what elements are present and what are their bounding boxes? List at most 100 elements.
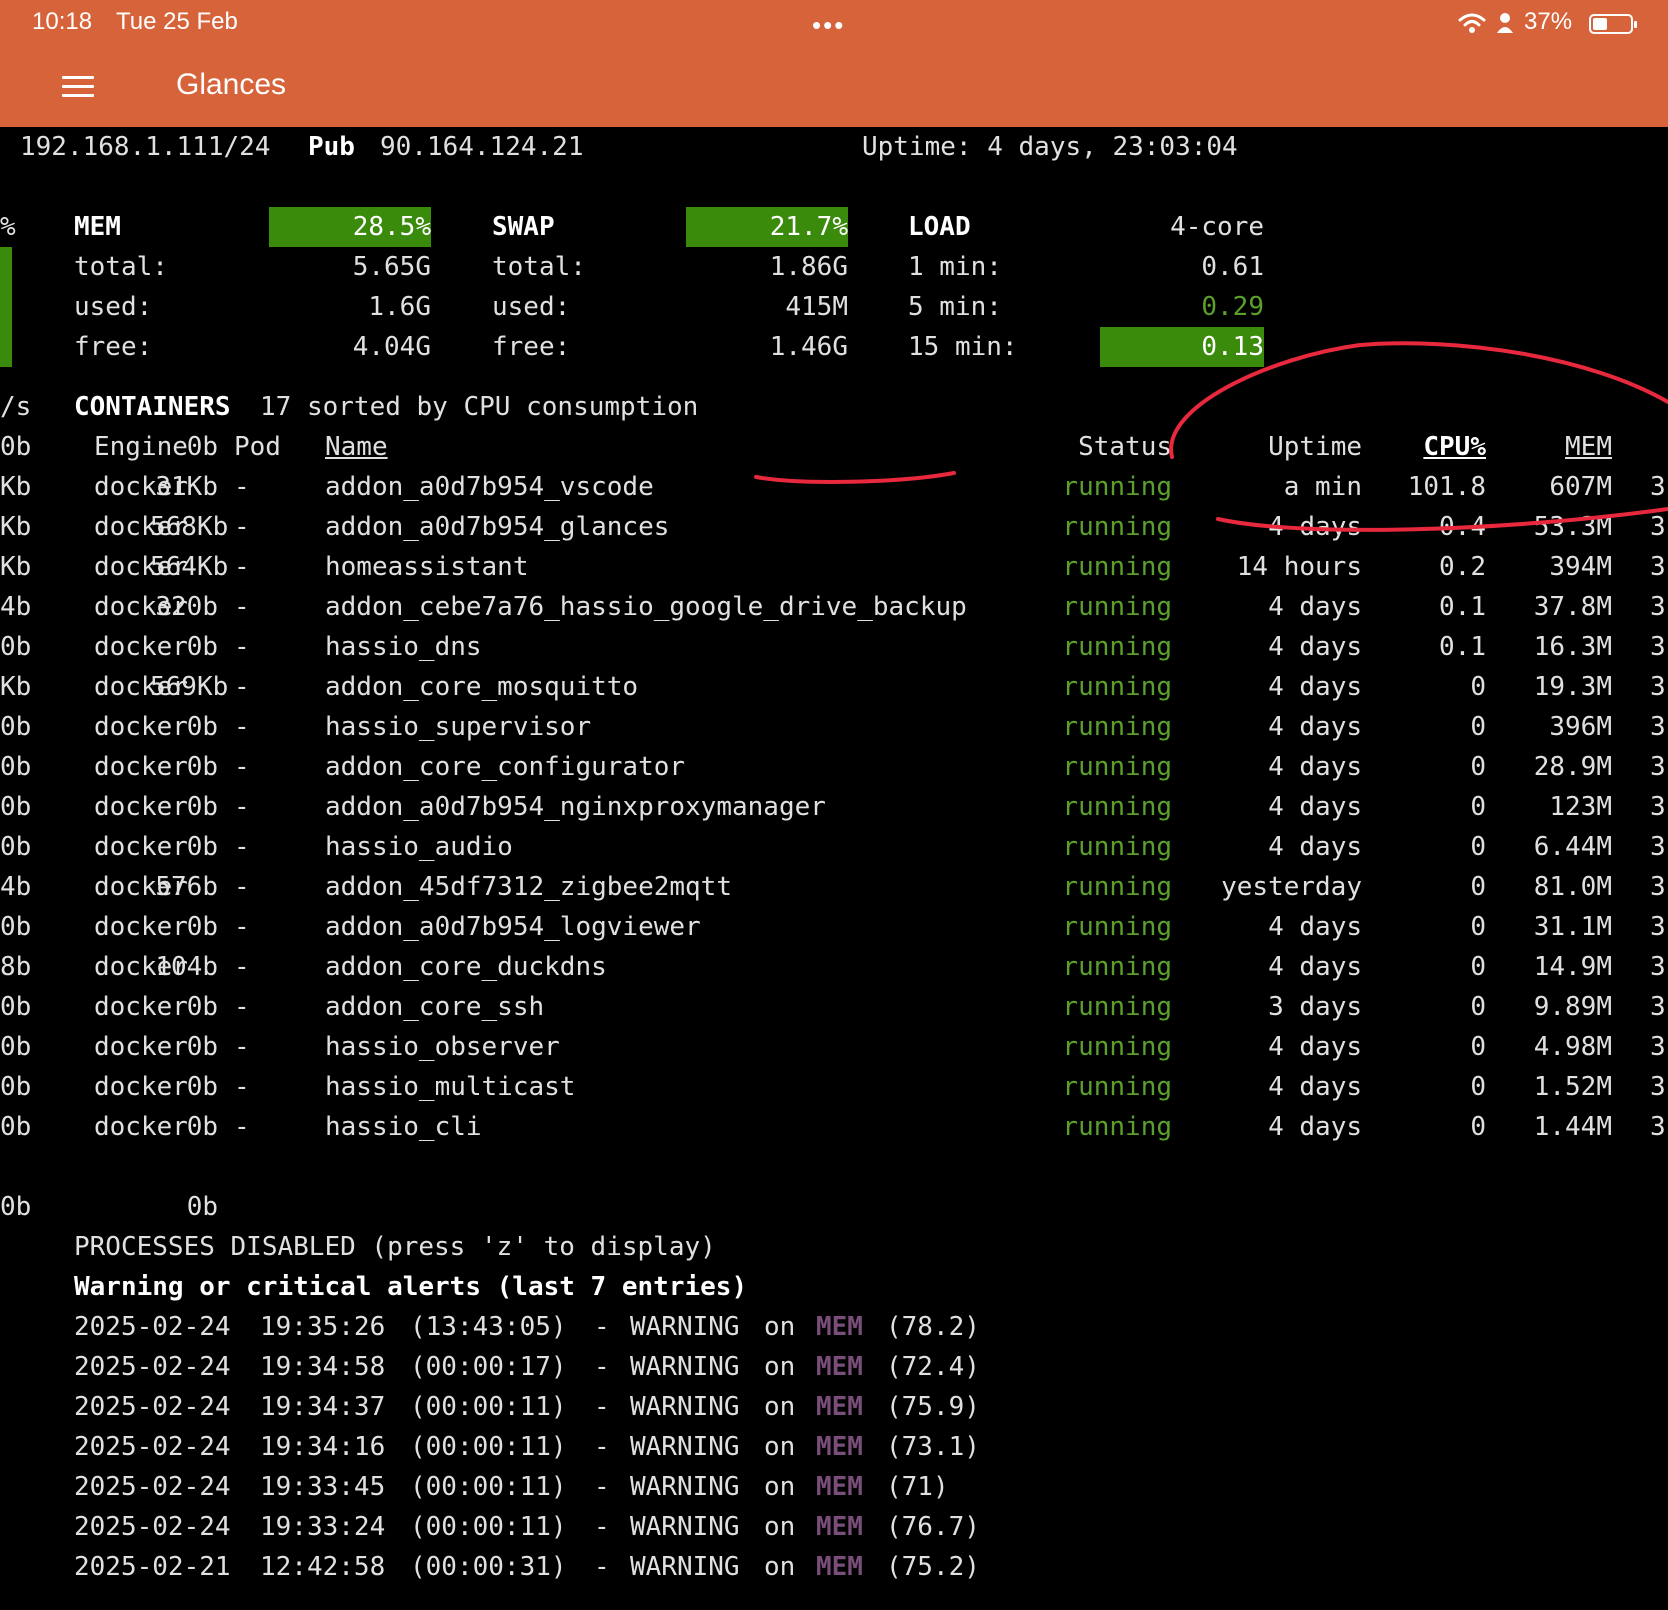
alert-sensor: MEM [816, 1552, 863, 1582]
alert-level: WARNING [630, 1512, 740, 1542]
container-cpu: 0.1 [1439, 592, 1486, 622]
status-date: Tue 25 Feb [116, 8, 238, 35]
container-cpu: 0 [1470, 1112, 1486, 1142]
container-edge: 0b [0, 1072, 32, 1102]
container-pod: - [234, 712, 250, 742]
load-5min: 0.29 [1201, 292, 1264, 322]
load-1min: 0.61 [1201, 252, 1264, 282]
swap-total-label: total: [492, 252, 586, 282]
container-uptime: 4 days [1268, 632, 1362, 662]
container-name: addon_core_duckdns [325, 952, 607, 982]
load-15min: 0.13 [1201, 332, 1264, 362]
container-pod: - [234, 992, 250, 1022]
container-uptime: 4 days [1268, 672, 1362, 702]
alert-level: WARNING [630, 1392, 740, 1422]
col-uptime: Uptime [1268, 432, 1362, 462]
alert-sep: - [594, 1472, 610, 1502]
container-name: addon_core_configurator [325, 752, 686, 782]
alert-on: on [764, 1312, 796, 1342]
container-name: addon_45df7312_zigbee2mqtt [325, 872, 732, 902]
alert-time: 19:33:45 [260, 1472, 386, 1502]
edge-bar [0, 327, 12, 367]
alert-sep: - [594, 1352, 610, 1382]
container-mem: 607M [1549, 472, 1612, 502]
col-pod: Pod [234, 432, 281, 462]
container-io: 0b [186, 992, 218, 1022]
container-pod: - [234, 1072, 250, 1102]
alert-level: WARNING [630, 1432, 740, 1462]
alert-sensor: MEM [816, 1392, 863, 1422]
app-header: 10:18 Tue 25 Feb ••• 37% Glances [0, 0, 1668, 127]
container-name: hassio_cli [325, 1112, 482, 1142]
pub-label: Pub [308, 132, 355, 162]
alert-sep: - [594, 1512, 610, 1542]
container-cpu: 0 [1470, 992, 1486, 1022]
container-uptime: 4 days [1268, 512, 1362, 542]
alert-sensor: MEM [816, 1312, 863, 1342]
mem-total: 5.65G [352, 252, 431, 282]
container-uptime: a min [1283, 472, 1362, 502]
multitasking-dots-icon[interactable]: ••• [812, 10, 845, 41]
load-label: LOAD [908, 212, 971, 242]
local-ip: 192.168.1.111/24 [20, 132, 271, 162]
container-uptime: 4 days [1268, 752, 1362, 782]
container-name: hassio_observer [325, 1032, 560, 1062]
container-mem: 396M [1549, 712, 1612, 742]
container-edge: Kb [0, 552, 32, 582]
col-name-sort[interactable]: Name [325, 427, 388, 467]
container-io: 564Kb [150, 552, 229, 582]
alert-sensor: MEM [816, 1472, 863, 1502]
status-time: 10:18 [32, 8, 93, 35]
alert-sep: - [594, 1312, 610, 1342]
edge-rate: /s [0, 392, 32, 422]
alert-duration: (13:43:05) [410, 1312, 567, 1342]
container-name: addon_a0d7b954_logviewer [325, 912, 701, 942]
container-status: running [1062, 832, 1172, 862]
edge-bar [0, 247, 12, 287]
container-status: running [1062, 992, 1172, 1022]
container-tail: 3 [1650, 1072, 1666, 1102]
swap-used: 415M [785, 292, 848, 322]
alert-on: on [764, 1512, 796, 1542]
alert-duration: (00:00:11) [410, 1392, 567, 1422]
container-pod: - [234, 752, 250, 782]
container-tail: 3 [1650, 912, 1666, 942]
app-title: Glances [176, 68, 287, 101]
col-mem-sort[interactable]: MEM [1490, 427, 1612, 467]
container-tail: 3 [1650, 512, 1666, 542]
container-cpu: 0 [1470, 1032, 1486, 1062]
mem-free-label: free: [74, 332, 153, 362]
alert-value: (72.4) [886, 1352, 980, 1382]
alert-value: (78.2) [886, 1312, 980, 1342]
footer-edge: 0b [0, 1192, 32, 1222]
container-cpu: 0.2 [1439, 552, 1486, 582]
alert-level: WARNING [630, 1552, 740, 1582]
alert-duration: (00:00:31) [410, 1552, 567, 1582]
container-cpu: 0 [1470, 672, 1486, 702]
hamburger-menu-icon[interactable] [62, 76, 94, 98]
container-edge: 0b [0, 632, 32, 662]
alert-on: on [764, 1432, 796, 1462]
alert-value: (73.1) [886, 1432, 980, 1462]
alert-time: 19:33:24 [260, 1512, 386, 1542]
container-edge: 0b [0, 912, 32, 942]
container-name: addon_core_ssh [325, 992, 545, 1022]
container-status: running [1062, 472, 1172, 502]
container-io: 0b [186, 912, 218, 942]
container-cpu: 101.8 [1407, 472, 1486, 502]
container-name: hassio_audio [325, 832, 513, 862]
container-status: running [1062, 552, 1172, 582]
alert-time: 19:35:26 [260, 1312, 386, 1342]
alert-duration: (00:00:17) [410, 1352, 567, 1382]
container-edge: Kb [0, 512, 32, 542]
container-edge: 0b [0, 752, 32, 782]
containers-title: CONTAINERS [74, 392, 231, 422]
alert-sensor: MEM [816, 1432, 863, 1462]
col-cpu-sort[interactable]: CPU% [1370, 427, 1486, 467]
container-io: 104b [155, 952, 218, 982]
container-name: addon_a0d7b954_vscode [325, 472, 654, 502]
container-io: 569Kb [150, 672, 229, 702]
container-name: hassio_dns [325, 632, 482, 662]
swap-total: 1.86G [769, 252, 848, 282]
container-cpu: 0 [1470, 912, 1486, 942]
